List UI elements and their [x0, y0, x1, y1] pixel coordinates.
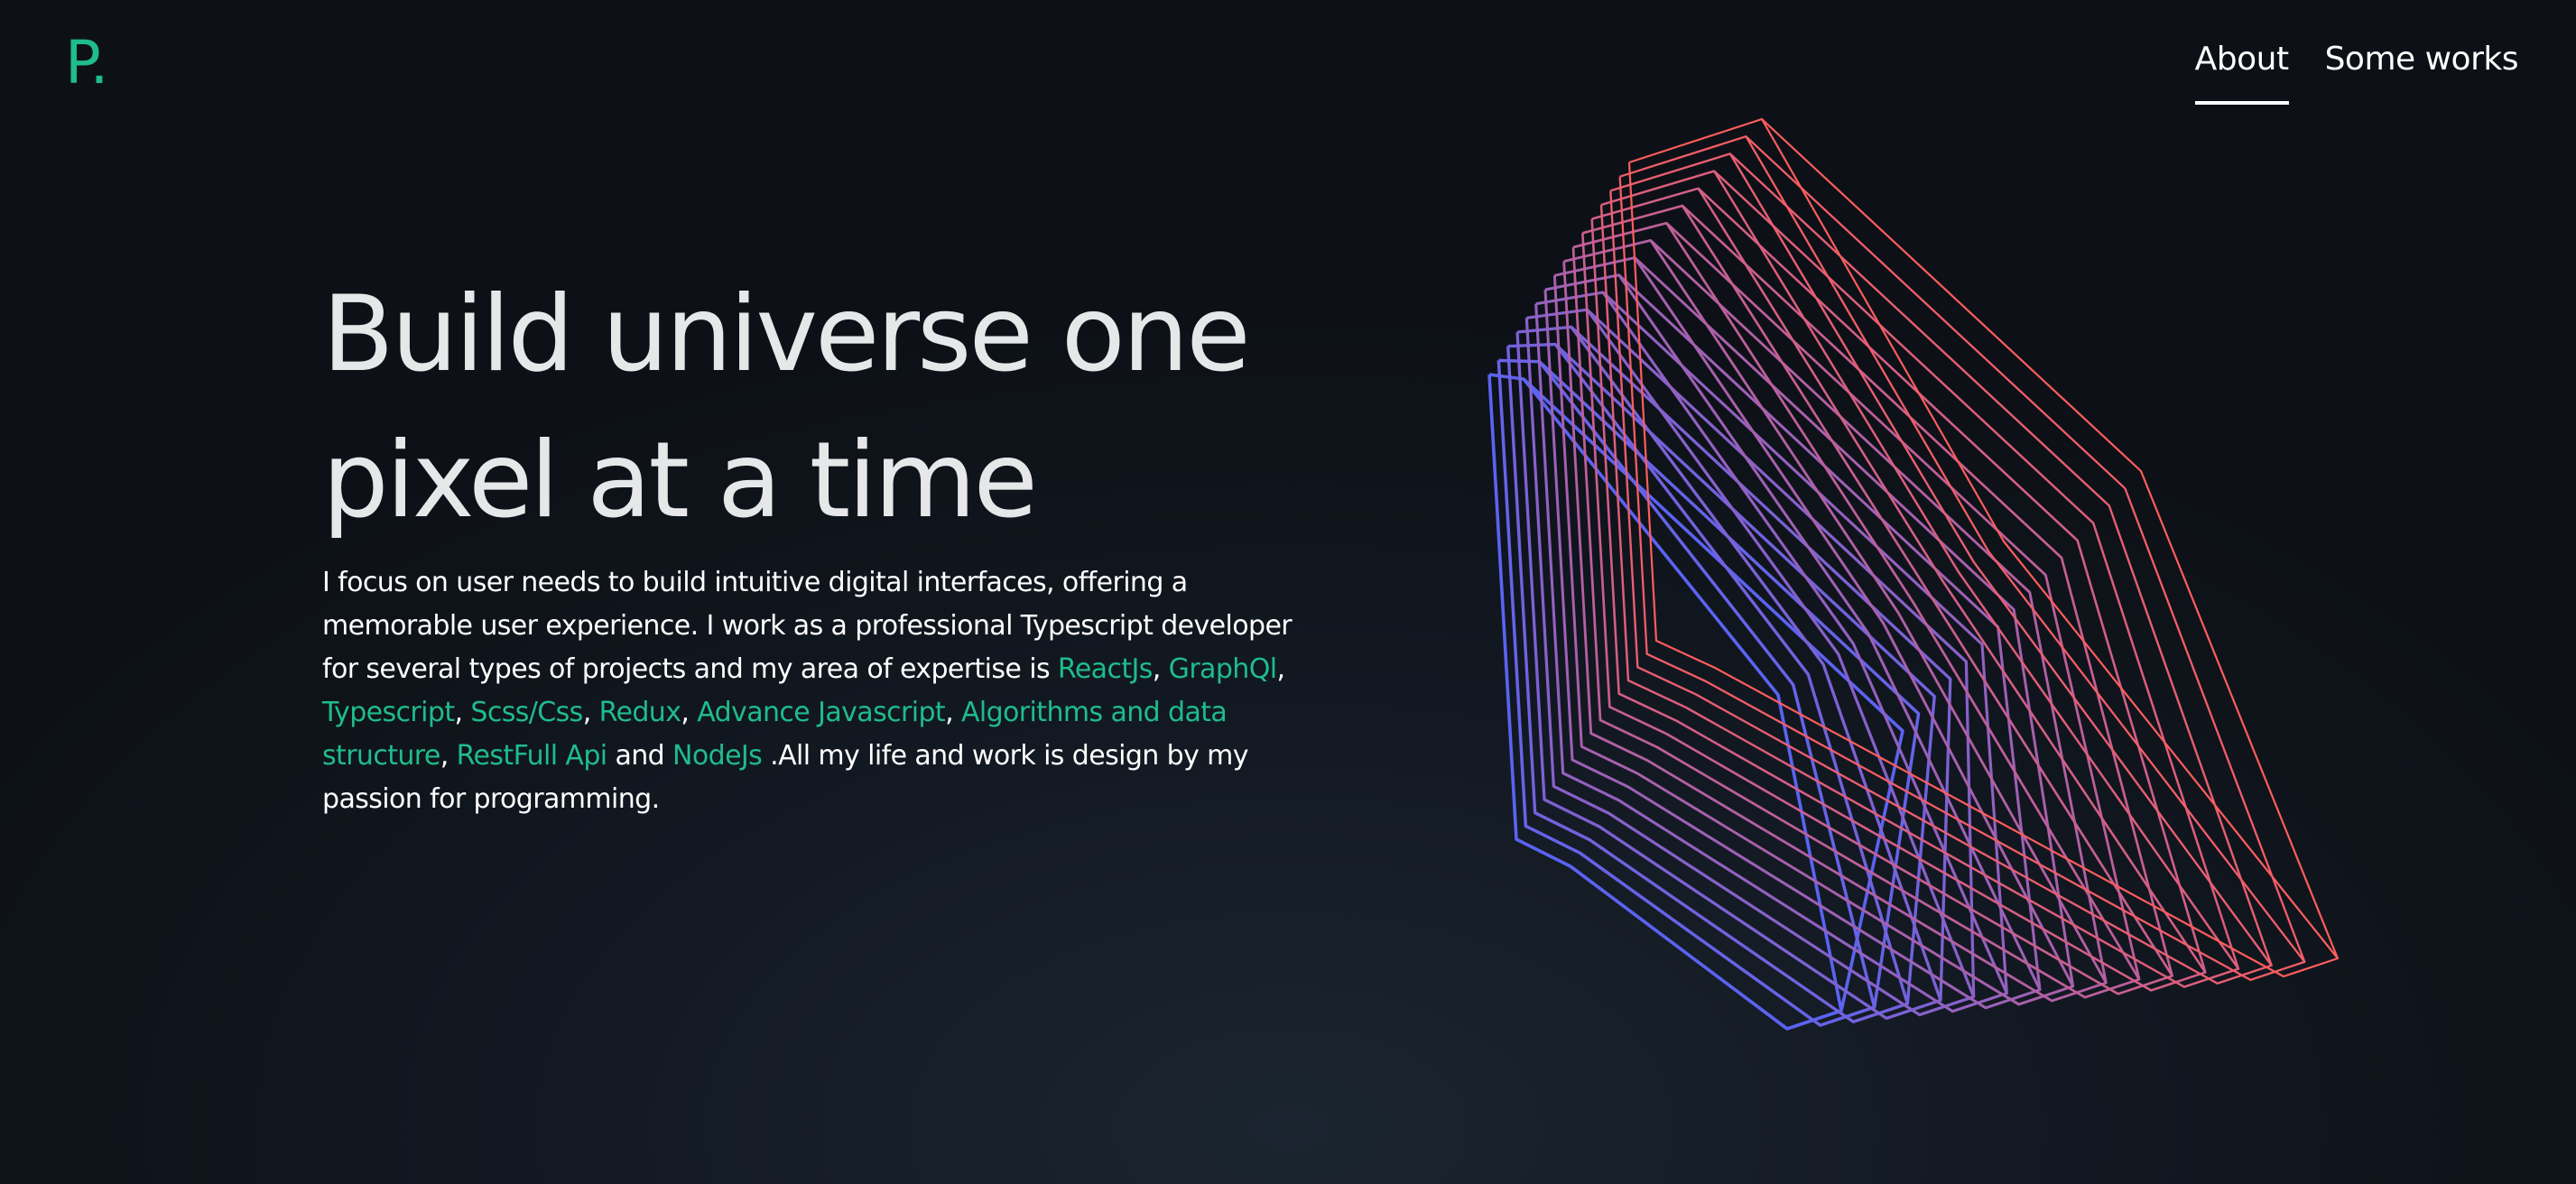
nav-some-works[interactable]: Some works: [2325, 36, 2519, 105]
skill-nodejs: NodeJs: [672, 740, 763, 772]
skill-advance-javascript: Advance Javascript: [697, 697, 946, 728]
wireframe-layer: [1515, 325, 1952, 1021]
hero-title: Build universe one pixel at a time: [322, 262, 1315, 554]
main-nav: About Some works: [2194, 36, 2519, 105]
skill-graphql: GraphQl: [1168, 653, 1277, 685]
wireframe-layer: [1487, 373, 1904, 1031]
hero-title-line-1: Build universe one: [322, 273, 1251, 395]
hero-title-line-2: pixel at a time: [322, 420, 1038, 541]
skill-scss: Scss/Css: [470, 697, 583, 728]
skill-reactjs: ReactJs: [1057, 653, 1153, 685]
skill-redux: Redux: [598, 697, 681, 728]
wireframe-layer: [1571, 221, 2141, 999]
wireframe-layer: [1496, 358, 1921, 1027]
skill-typescript: Typescript: [322, 697, 455, 728]
hero-description: I focus on user needs to build intuitive…: [322, 567, 1293, 815]
nav-about[interactable]: About: [2194, 36, 2289, 105]
wireframe-cube-art: [1487, 117, 2340, 1031]
skill-restfull-api: RestFull Api: [456, 740, 607, 772]
logo[interactable]: P.: [65, 31, 108, 96]
